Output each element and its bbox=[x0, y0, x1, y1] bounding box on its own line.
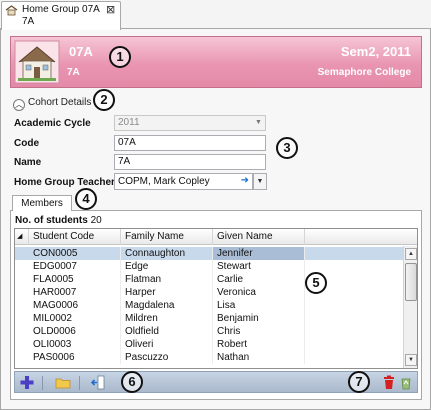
vertical-scrollbar[interactable]: ▲ ▼ bbox=[403, 246, 417, 368]
home-group-teacher-value: COPM, Mark Copley bbox=[118, 176, 210, 187]
column-header[interactable]: Student Code bbox=[29, 229, 121, 245]
members-grid[interactable]: ◢ Student Code Family Name Given Name CO… bbox=[14, 228, 418, 369]
table-cell: EDG0007 bbox=[29, 260, 121, 273]
recycle-icon[interactable] bbox=[398, 375, 414, 390]
chevron-up-icon: ︿ bbox=[13, 99, 25, 111]
document-tab[interactable]: Home Group 07A 7A ⊠ bbox=[1, 1, 121, 30]
banner-code: 07A bbox=[69, 44, 93, 59]
table-cell: Chris bbox=[213, 325, 305, 338]
banner-semester: Sem2, 2011 bbox=[340, 44, 411, 59]
header-banner: 07A 7A Sem2, 2011 Semaphore College bbox=[10, 36, 422, 88]
table-cell: PAS0006 bbox=[29, 351, 121, 364]
table-row[interactable]: MAG0006 Magdalena Lisa bbox=[15, 299, 403, 312]
table-cell: Benjamin bbox=[213, 312, 305, 325]
add-icon[interactable] bbox=[19, 375, 35, 390]
table-cell: Lisa bbox=[213, 299, 305, 312]
table-cell: Edge bbox=[121, 260, 213, 273]
table-cell: Robert bbox=[213, 338, 305, 351]
academic-cycle-label: Academic Cycle bbox=[14, 118, 91, 129]
table-cell: CON0005 bbox=[29, 247, 121, 260]
navigate-arrow-icon[interactable]: ➜ bbox=[241, 175, 249, 186]
scroll-up-icon[interactable]: ▲ bbox=[405, 248, 417, 260]
table-cell: OLI0003 bbox=[29, 338, 121, 351]
grid-header: ◢ Student Code Family Name Given Name bbox=[15, 229, 417, 245]
table-row[interactable]: OLD0006 Oldfield Chris bbox=[15, 325, 403, 338]
home-group-teacher-label: Home Group Teacher bbox=[14, 177, 115, 188]
table-cell: MIL0002 bbox=[29, 312, 121, 325]
table-cell: Magdalena bbox=[121, 299, 213, 312]
home-icon bbox=[5, 5, 18, 16]
table-row[interactable]: MIL0002 Mildren Benjamin bbox=[15, 312, 403, 325]
toolbar-separator bbox=[42, 376, 43, 390]
tab-subtitle: 7A bbox=[22, 16, 35, 27]
cohort-details-toggle[interactable]: ︿ Cohort Details bbox=[13, 97, 91, 111]
student-count-label: No. of students bbox=[15, 215, 88, 226]
name-value: 7A bbox=[118, 156, 131, 167]
table-cell: MAG0006 bbox=[29, 299, 121, 312]
table-cell: Harper bbox=[121, 286, 213, 299]
table-cell: Jennifer bbox=[213, 247, 305, 260]
callout-marker: 5 bbox=[305, 272, 327, 294]
code-field[interactable]: 07A bbox=[114, 135, 266, 151]
callout-marker: 7 bbox=[348, 371, 370, 393]
table-cell: Stewart bbox=[213, 260, 305, 273]
home-group-teacher-field[interactable]: COPM, Mark Copley ➜ bbox=[114, 173, 253, 190]
toolbar-separator bbox=[79, 376, 80, 390]
table-cell: Pascuzzo bbox=[121, 351, 213, 364]
table-row[interactable]: OLI0003 Oliveri Robert bbox=[15, 338, 403, 351]
column-header[interactable]: Family Name bbox=[121, 229, 213, 245]
table-cell: Veronica bbox=[213, 286, 305, 299]
table-cell: Oliveri bbox=[121, 338, 213, 351]
name-label: Name bbox=[14, 157, 42, 168]
column-header[interactable]: Given Name bbox=[213, 229, 305, 245]
table-cell: Flatman bbox=[121, 273, 213, 286]
table-cell: Connaughton bbox=[121, 247, 213, 260]
table-cell: Mildren bbox=[121, 312, 213, 325]
student-count: No. of students 20 bbox=[15, 215, 102, 226]
table-cell: Carlie bbox=[213, 273, 305, 286]
banner-school: Semaphore College bbox=[317, 67, 411, 78]
table-cell: HAR0007 bbox=[29, 286, 121, 299]
banner-subcode: 7A bbox=[67, 67, 80, 78]
academic-cycle-value: 2011 bbox=[118, 117, 140, 128]
close-icon[interactable]: ⊠ bbox=[106, 3, 115, 16]
table-row[interactable]: FLA0005 Flatman Carlie bbox=[15, 273, 403, 286]
house-icon bbox=[14, 40, 60, 84]
tab-members[interactable]: Members bbox=[12, 195, 72, 211]
academic-cycle-select: 2011 ▼ bbox=[114, 115, 266, 131]
code-value: 07A bbox=[118, 137, 136, 148]
student-count-value: 20 bbox=[90, 215, 102, 226]
tab-title: Home Group 07A bbox=[22, 4, 100, 15]
teacher-dropdown-button[interactable]: ▼ bbox=[253, 173, 267, 190]
delete-icon[interactable] bbox=[381, 375, 397, 390]
name-field[interactable]: 7A bbox=[114, 154, 266, 170]
table-row[interactable]: PAS0006 Pascuzzo Nathan bbox=[15, 351, 403, 364]
table-cell: OLD0006 bbox=[29, 325, 121, 338]
callout-marker: 6 bbox=[121, 371, 143, 393]
import-icon[interactable] bbox=[90, 375, 106, 390]
table-cell: Nathan bbox=[213, 351, 305, 364]
callout-marker: 4 bbox=[75, 188, 97, 210]
scroll-down-icon[interactable]: ▼ bbox=[405, 354, 417, 366]
cohort-details-label: Cohort Details bbox=[28, 97, 92, 108]
dropdown-arrow-icon: ▼ bbox=[255, 119, 262, 126]
callout-marker: 2 bbox=[93, 89, 115, 111]
folder-icon[interactable] bbox=[55, 375, 71, 390]
callout-marker: 1 bbox=[109, 46, 131, 68]
table-cell: FLA0005 bbox=[29, 273, 121, 286]
scrollbar-thumb[interactable] bbox=[405, 263, 417, 301]
code-label: Code bbox=[14, 138, 39, 149]
table-row[interactable]: CON0005 Connaughton Jennifer bbox=[15, 247, 403, 260]
table-cell: Oldfield bbox=[121, 325, 213, 338]
callout-marker: 3 bbox=[276, 137, 298, 159]
table-row[interactable]: EDG0007 Edge Stewart bbox=[15, 260, 403, 273]
table-row[interactable]: HAR0007 Harper Veronica bbox=[15, 286, 403, 299]
sort-indicator-icon: ◢ bbox=[15, 229, 29, 245]
